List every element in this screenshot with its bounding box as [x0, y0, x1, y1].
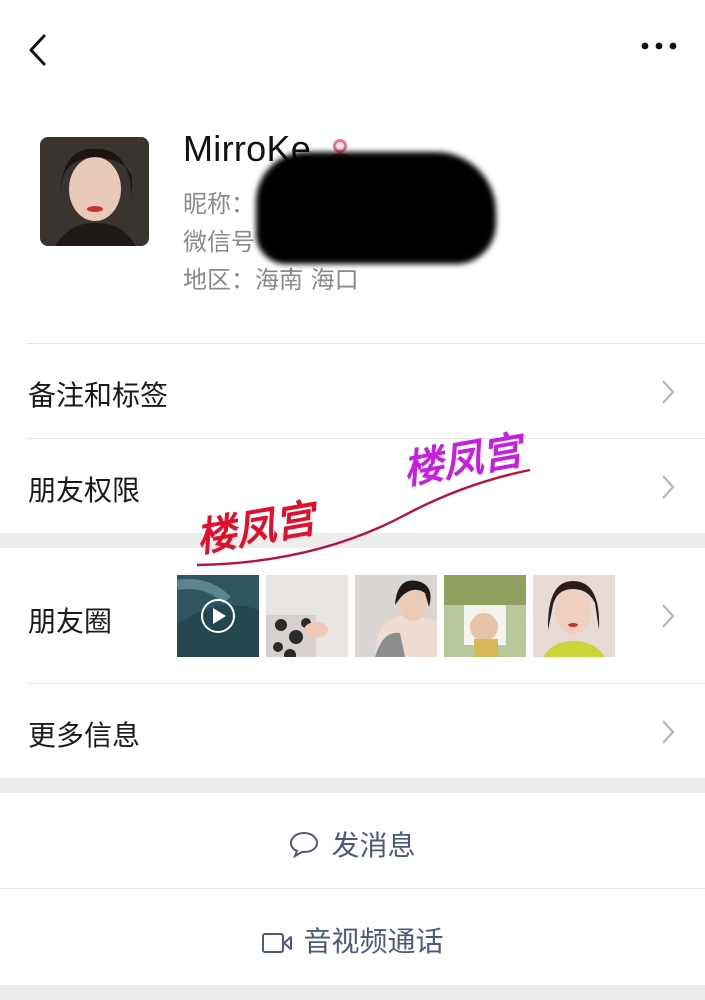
avatar[interactable]: [40, 137, 149, 246]
watermark-swoosh: [196, 468, 531, 567]
wechat-id-label: 微信号: [183, 228, 255, 256]
moments-photo-thumbnail[interactable]: [533, 575, 615, 657]
profile-card: MirroKe 昵称： 微信号 地区：海南 海口 备注和标签 朋友权限: [0, 0, 705, 533]
moments-photo-thumbnail[interactable]: [444, 575, 526, 657]
redaction-mark: [256, 152, 496, 264]
remarks-and-tags-row[interactable]: 备注和标签: [0, 344, 705, 438]
chevron-right-icon: [662, 475, 675, 499]
chevron-right-icon: [662, 604, 675, 628]
moments-photo-thumbnail[interactable]: [355, 575, 437, 657]
video-camera-icon: [262, 933, 293, 953]
video-call-button[interactable]: 音视频通话: [0, 889, 705, 985]
remarks-and-tags-label: 备注和标签: [28, 379, 169, 412]
back-arrow-icon[interactable]: [24, 30, 54, 70]
nickname-label: 昵称：: [183, 190, 255, 218]
region-text: 地区：海南 海口: [183, 266, 359, 294]
moments-photo-thumbnail[interactable]: [266, 575, 348, 657]
chat-bubble-icon: [290, 831, 319, 858]
friend-permissions-label: 朋友权限: [28, 474, 141, 507]
send-message-label: 发消息: [331, 829, 416, 862]
more-info-row[interactable]: 更多信息: [0, 684, 705, 778]
more-options-icon[interactable]: [639, 36, 679, 56]
moments-video-thumbnail[interactable]: [177, 575, 259, 657]
moments-label: 朋友圈: [28, 605, 113, 638]
video-call-label: 音视频通话: [303, 925, 444, 958]
more-info-label: 更多信息: [28, 719, 141, 752]
send-message-button[interactable]: 发消息: [0, 793, 705, 888]
chevron-right-icon: [662, 720, 675, 744]
chevron-right-icon: [662, 380, 675, 404]
